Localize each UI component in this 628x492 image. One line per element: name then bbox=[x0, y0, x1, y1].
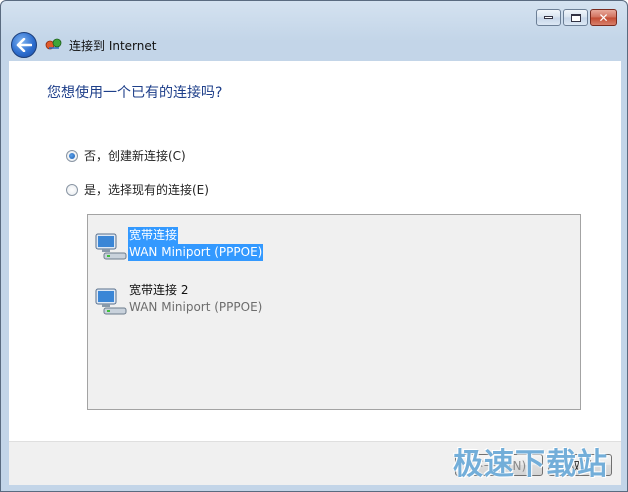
network-connection-icon bbox=[45, 38, 62, 50]
back-button[interactable] bbox=[11, 32, 37, 58]
wizard-title: 连接到 Internet bbox=[69, 39, 157, 53]
back-arrow-icon bbox=[16, 38, 32, 52]
page-heading: 您想使用一个已有的连接吗? bbox=[47, 85, 223, 101]
minimize-icon bbox=[544, 16, 553, 19]
option-use-existing-label: 是，选择现有的连接(E) bbox=[84, 183, 209, 197]
radio-use-existing[interactable] bbox=[66, 183, 78, 196]
connection-item-broadband[interactable]: 宽带连接 WAN Miniport (PPPOE) bbox=[94, 227, 574, 267]
option-create-new-label: 否，创建新连接(C) bbox=[84, 149, 186, 163]
connection-item-broadband-2[interactable]: 宽带连接 2 WAN Miniport (PPPOE) bbox=[94, 282, 574, 322]
connection-device: WAN Miniport (PPPOE) bbox=[129, 300, 263, 314]
broadband-connection-icon bbox=[95, 233, 127, 260]
connection-name: 宽带连接 2 bbox=[129, 283, 189, 297]
connect-to-internet-window: ✕ 连接到 Internet 您想使用一个已有的连接吗? 否，创建新连接(C) … bbox=[0, 0, 628, 492]
connection-device: WAN Miniport (PPPOE) bbox=[128, 244, 264, 261]
broadband-connection-icon bbox=[95, 288, 127, 315]
maximize-button[interactable] bbox=[563, 9, 588, 26]
maximize-icon bbox=[570, 13, 581, 22]
radio-create-new[interactable] bbox=[66, 149, 78, 162]
option-use-existing[interactable]: 是，选择现有的连接(E) bbox=[66, 181, 209, 198]
close-icon: ✕ bbox=[598, 10, 609, 25]
wizard-content: 您想使用一个已有的连接吗? 否，创建新连接(C) 是，选择现有的连接(E) 宽带… bbox=[9, 61, 621, 441]
option-create-new[interactable]: 否，创建新连接(C) bbox=[66, 147, 186, 164]
minimize-button[interactable] bbox=[536, 9, 561, 26]
connection-name: 宽带连接 bbox=[128, 227, 179, 244]
close-button[interactable]: ✕ bbox=[590, 9, 617, 26]
existing-connections-list[interactable]: 宽带连接 WAN Miniport (PPPOE) 宽带连接 2 WAN Min… bbox=[87, 214, 581, 410]
wizard-nav-bar: 连接到 Internet bbox=[9, 31, 621, 61]
title-bar[interactable]: ✕ bbox=[1, 1, 627, 31]
site-watermark: 极速下载站 bbox=[453, 447, 608, 482]
window-controls: ✕ bbox=[536, 9, 617, 26]
radio-selected-dot bbox=[69, 152, 75, 159]
